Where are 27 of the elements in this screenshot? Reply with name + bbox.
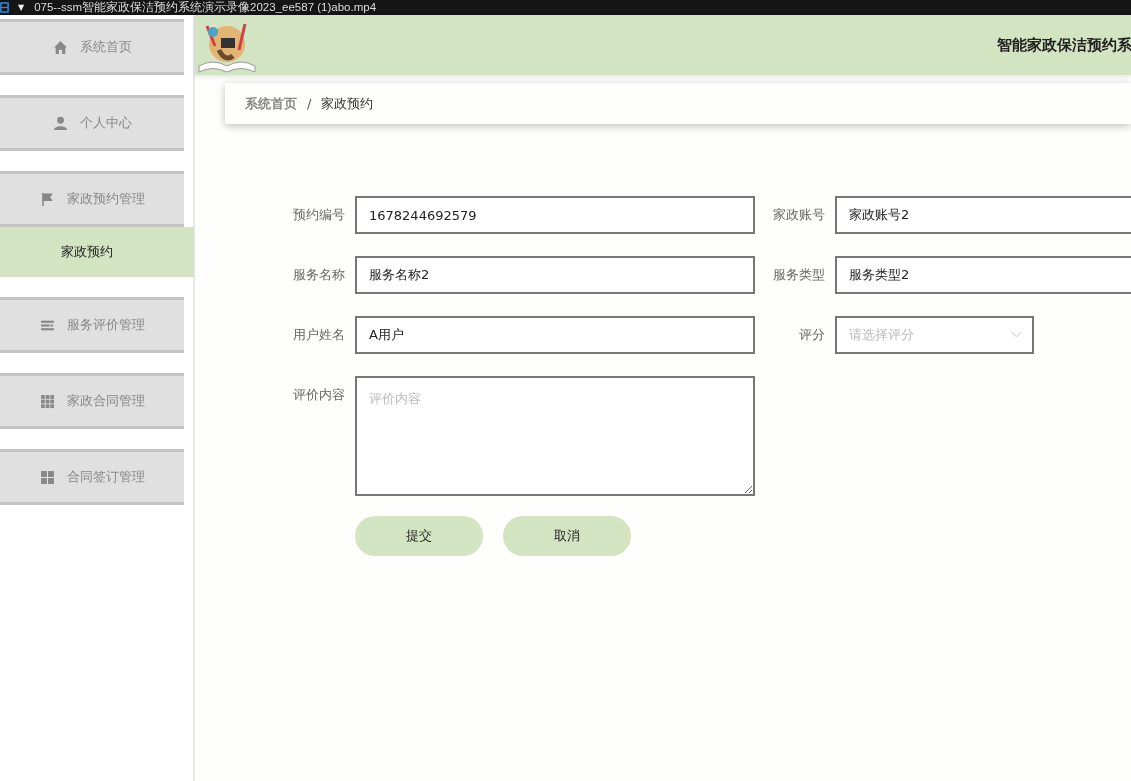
sidebar-submenu-item[interactable]: 家政预约 <box>0 227 194 277</box>
text-field[interactable]: 服务类型2 <box>835 256 1131 294</box>
field-label: 服务类型 <box>772 266 825 284</box>
field-label: 服务名称 <box>292 266 345 284</box>
field-label: 预约编号 <box>292 206 345 224</box>
dropdown-glyph[interactable]: ▼ <box>18 3 25 12</box>
flag-icon <box>39 191 55 207</box>
breadcrumb-link[interactable]: 系统首页 <box>245 94 297 113</box>
grid-icon <box>39 393 55 409</box>
text-field[interactable]: 1678244692579 <box>355 196 755 234</box>
window-icon[interactable] <box>0 1 9 14</box>
field-label: 评价内容 <box>292 386 345 404</box>
field-label: 用户姓名 <box>292 326 345 344</box>
video-file-title: 075--ssm智能家政保洁预约系统演示录像2023_ee587 (1)abo.mp4 <box>34 0 377 15</box>
text-field[interactable]: 家政账号2 <box>835 196 1131 234</box>
text-field[interactable]: 服务名称2 <box>355 256 755 294</box>
home-icon <box>52 39 68 55</box>
text-area[interactable]: 评价内容 <box>355 376 755 496</box>
person-icon <box>52 115 68 131</box>
grid-icon <box>39 469 55 485</box>
field-label: 评分 <box>798 326 825 344</box>
breadcrumb-separator: / <box>307 96 312 111</box>
text-field[interactable]: A用户 <box>355 316 755 354</box>
form-button[interactable]: 提交 <box>355 516 483 556</box>
field-label: 家政账号 <box>772 206 825 224</box>
form-button[interactable]: 取消 <box>503 516 631 556</box>
chevron-down-icon <box>1011 331 1022 339</box>
